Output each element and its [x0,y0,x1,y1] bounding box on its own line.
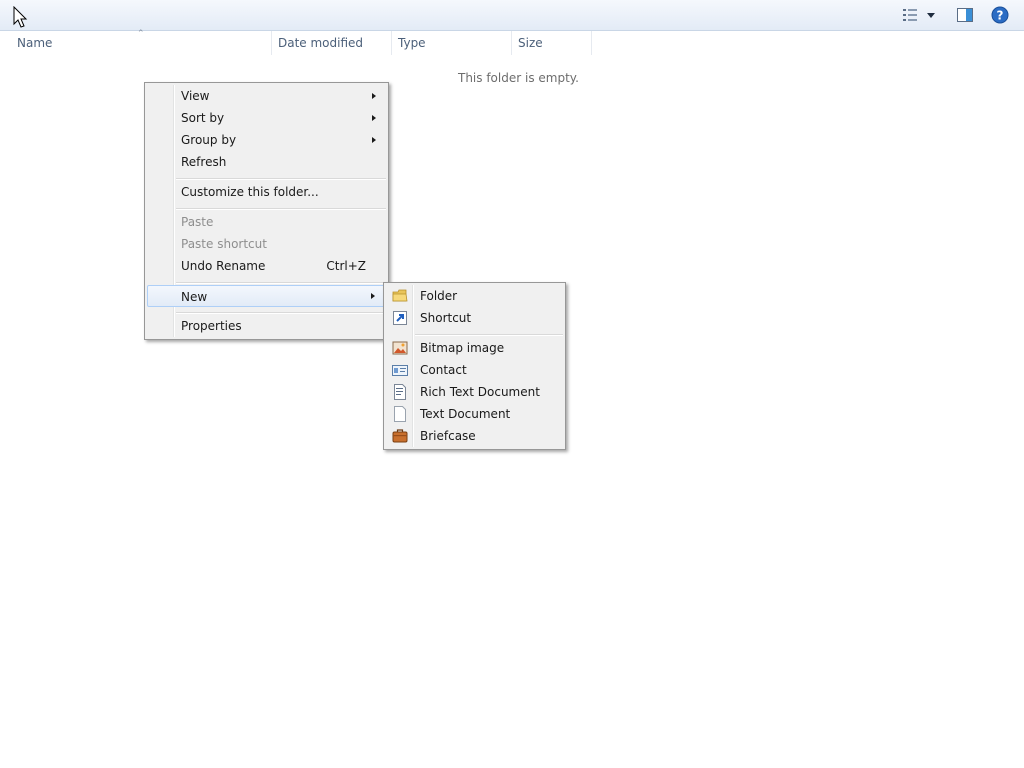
menu-separator [176,178,386,180]
menu-item-new-label: New [181,290,208,304]
menu-item-undo-rename[interactable]: Undo Rename Ctrl+Z [147,255,386,277]
menu-item-refresh-label: Refresh [181,155,227,169]
rich-text-document-icon [392,384,408,400]
submenu-arrow-icon [371,293,375,299]
menu-item-paste-shortcut-label: Paste shortcut [181,237,267,251]
menu-item-properties[interactable]: Properties [147,315,386,337]
empty-folder-message: This folder is empty. [458,71,579,85]
submenu-arrow-icon [372,93,376,99]
shortcut-icon [392,310,408,326]
text-document-icon [392,406,408,422]
submenu-item-briefcase-label: Briefcase [420,429,476,443]
bitmap-image-icon [392,340,408,356]
menu-item-paste-label: Paste [181,215,214,229]
submenu-item-shortcut-label: Shortcut [420,311,472,325]
menu-item-sort-by[interactable]: Sort by [147,107,386,129]
context-menu: View Sort by Group by Refresh Customize … [144,82,389,340]
folder-icon [392,288,408,304]
column-header-size[interactable]: Size [512,31,592,55]
submenu-arrow-icon [372,137,376,143]
svg-text:?: ? [997,9,1004,23]
briefcase-icon [392,428,408,444]
submenu-item-rich-text-document[interactable]: Rich Text Document [386,381,563,403]
sort-ascending-icon: ⌃ [137,29,145,39]
column-header-date-modified[interactable]: Date modified [272,31,392,55]
column-headers: Name Date modified Type Size [0,31,1024,55]
keyboard-shortcut: Ctrl+Z [326,259,366,273]
submenu-item-bitmap-image[interactable]: Bitmap image [386,337,563,359]
command-bar: ? [0,0,1024,31]
menu-separator [176,312,386,314]
submenu-item-contact-label: Contact [420,363,467,377]
submenu-item-rtf-label: Rich Text Document [420,385,540,399]
menu-item-group-by[interactable]: Group by [147,129,386,151]
help-icon[interactable]: ? [990,5,1010,25]
menu-item-undo-rename-label: Undo Rename [181,259,266,273]
new-submenu: Folder Shortcut Bitmap image Contact Ric… [383,282,566,450]
menu-item-paste: Paste [147,211,386,233]
submenu-item-bitmap-label: Bitmap image [420,341,505,355]
menu-item-customize-folder[interactable]: Customize this folder... [147,181,386,203]
menu-item-customize-label: Customize this folder... [181,185,319,199]
submenu-item-text-label: Text Document [420,407,511,421]
submenu-item-folder-label: Folder [420,289,458,303]
menu-item-view[interactable]: View [147,85,386,107]
column-header-type[interactable]: Type [392,31,512,55]
menu-separator [176,282,386,284]
contact-card-icon [392,362,408,378]
submenu-arrow-icon [372,115,376,121]
list-view-icon[interactable] [900,5,920,25]
submenu-item-briefcase[interactable]: Briefcase [386,425,563,447]
menu-item-new[interactable]: New [147,285,386,307]
menu-item-refresh[interactable]: Refresh [147,151,386,173]
mouse-pointer-icon [13,5,29,28]
menu-item-properties-label: Properties [181,319,242,333]
menu-item-group-by-label: Group by [181,133,237,147]
submenu-item-folder[interactable]: Folder [386,285,563,307]
preview-pane-icon[interactable] [955,5,975,25]
menu-item-view-label: View [181,89,210,103]
view-dropdown-arrow-icon[interactable] [925,5,937,25]
menu-item-paste-shortcut: Paste shortcut [147,233,386,255]
submenu-item-contact[interactable]: Contact [386,359,563,381]
submenu-item-shortcut[interactable]: Shortcut [386,307,563,329]
submenu-item-text-document[interactable]: Text Document [386,403,563,425]
menu-separator [176,208,386,210]
menu-item-sort-by-label: Sort by [181,111,225,125]
menu-separator [415,334,563,336]
